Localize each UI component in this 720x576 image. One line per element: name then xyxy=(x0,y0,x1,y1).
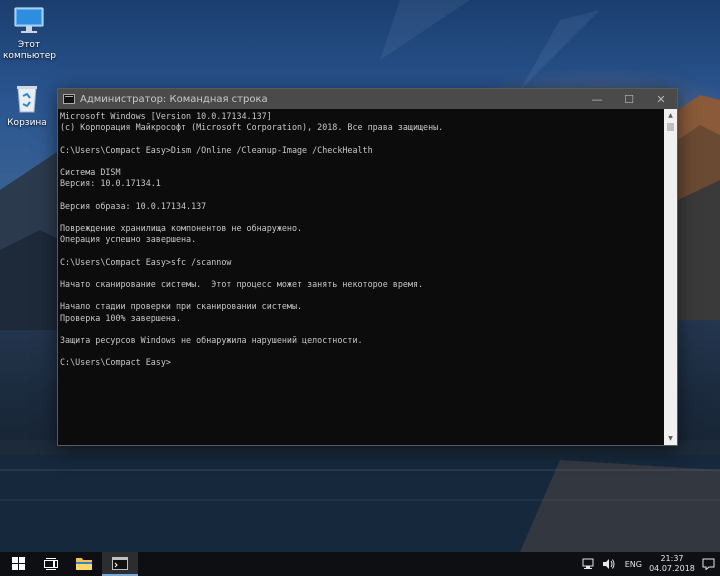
scroll-up-arrow-icon[interactable]: ▲ xyxy=(664,109,677,122)
console-line: Повреждение хранилища компонентов не обн… xyxy=(60,223,303,234)
console-line: Версия образа: 10.0.17134.137 xyxy=(60,200,207,211)
start-button[interactable] xyxy=(0,552,36,576)
command-prompt-window[interactable]: Администратор: Командная строка — ☐ ✕ Mi… xyxy=(57,88,678,446)
console-line: Операция успешно завершена. xyxy=(60,234,197,245)
console-line: Защита ресурсов Windows не обнаружила на… xyxy=(60,335,363,346)
console-line: Cистема DISM xyxy=(60,167,121,178)
recycle-bin-icon xyxy=(10,82,44,116)
console-line: Проверка 100% завершена. xyxy=(60,312,182,323)
input-language-indicator[interactable]: ENG xyxy=(619,560,648,569)
vertical-scrollbar[interactable]: ▲ ▼ xyxy=(664,109,677,445)
console-line: Microsoft Windows [Version 10.0.17134.13… xyxy=(60,111,272,121)
network-icon[interactable] xyxy=(579,552,599,576)
volume-icon[interactable] xyxy=(599,552,619,576)
console-line: C:\Users\Compact Easy>Dism /Online /Clea… xyxy=(60,144,373,155)
console-line: C:\Users\Compact Easy> xyxy=(60,357,171,368)
task-view-button[interactable] xyxy=(36,552,66,576)
taskbar-app-file-explorer[interactable] xyxy=(66,552,102,576)
folder-icon xyxy=(76,555,92,574)
close-button[interactable]: ✕ xyxy=(645,89,677,109)
window-controls: — ☐ ✕ xyxy=(581,89,677,109)
cmd-icon xyxy=(63,94,75,104)
windows-start-icon xyxy=(11,555,25,574)
taskbar-app-command-prompt[interactable] xyxy=(102,552,138,576)
clock-date: 04.07.2018 xyxy=(649,564,695,573)
cmd-icon xyxy=(112,555,128,574)
task-view-icon xyxy=(44,555,58,574)
scroll-thumb[interactable] xyxy=(667,123,674,131)
notifications-icon[interactable] xyxy=(696,552,720,576)
console-line: Версия: 10.0.17134.1 xyxy=(60,178,161,189)
taskbar: ENG 21:37 04.07.2018 xyxy=(0,552,720,576)
window-title: Администратор: Командная строка xyxy=(80,93,268,105)
system-tray: ENG 21:37 04.07.2018 xyxy=(579,552,720,576)
desktop-icon-this-pc[interactable]: Этот компьютер xyxy=(3,4,56,62)
window-titlebar[interactable]: Администратор: Командная строка — ☐ ✕ xyxy=(58,89,677,109)
console-line: C:\Users\Compact Easy>sfc /scannow xyxy=(60,256,232,267)
desktop-icon-recycle-bin[interactable]: Корзина xyxy=(1,82,53,129)
desktop-icon-label: Корзина xyxy=(7,118,47,128)
clock[interactable]: 21:37 04.07.2018 xyxy=(648,554,696,574)
console-line: (с) Корпорация Майкрософт (Microsoft Cor… xyxy=(60,122,444,133)
console-line: Начато сканирование системы. Этот процес… xyxy=(60,279,424,290)
console-output[interactable]: Microsoft Windows [Version 10.0.17134.13… xyxy=(58,109,664,445)
console-line: Начало стадии проверки при сканировании … xyxy=(60,301,303,312)
desktop-icon-label: Этот xyxy=(17,40,41,50)
desktop-icon-label: компьютер xyxy=(3,51,56,61)
clock-time: 21:37 xyxy=(660,554,684,563)
scroll-down-arrow-icon[interactable]: ▼ xyxy=(664,432,677,445)
maximize-button[interactable]: ☐ xyxy=(613,89,645,109)
this-pc-icon xyxy=(12,4,46,38)
minimize-button[interactable]: — xyxy=(581,89,613,109)
